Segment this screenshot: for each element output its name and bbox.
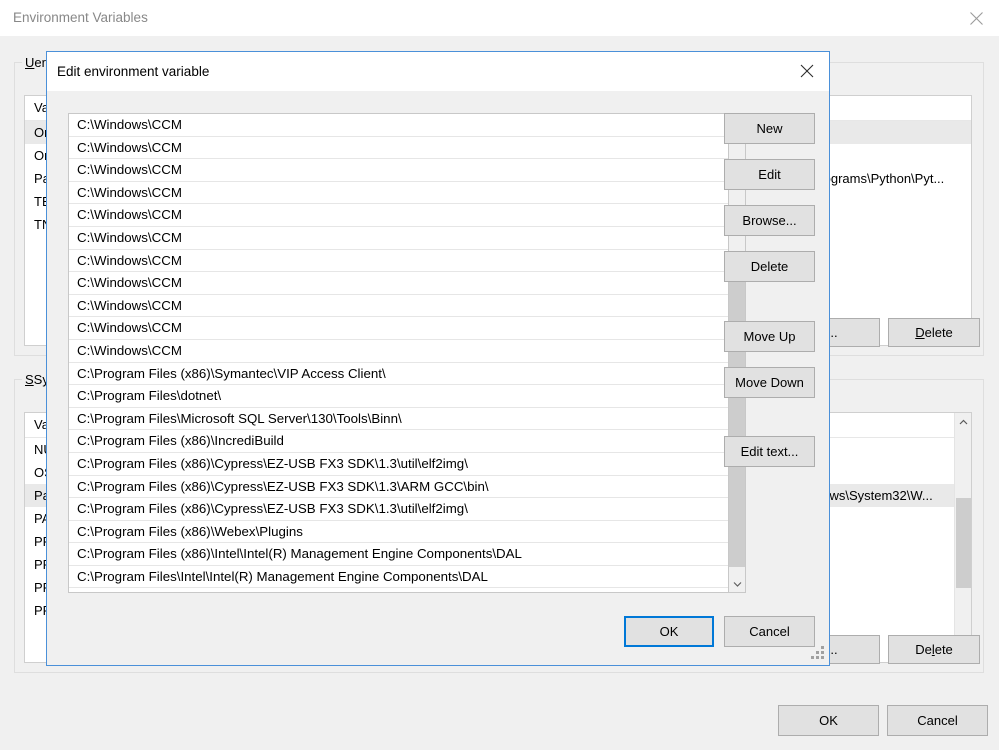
list-item[interactable]: C:\Windows\CCM — [69, 272, 728, 295]
cancel-button[interactable]: Cancel — [887, 705, 988, 736]
list-item[interactable]: C:\Program Files (x86)\Symantec\VIP Acce… — [69, 362, 728, 386]
list-item[interactable]: C:\Windows\CCM — [69, 317, 728, 340]
list-item[interactable]: C:\Windows\CCM — [69, 294, 728, 318]
modal-ok-button[interactable]: OK — [624, 616, 714, 647]
close-icon[interactable] — [953, 0, 999, 36]
list-item[interactable]: C:\Windows\CCM — [69, 249, 728, 273]
chevron-down-icon[interactable] — [729, 575, 745, 592]
list-item[interactable]: C:\Program Files\Microsoft SQL Server\13… — [69, 407, 728, 431]
list-item[interactable]: C:\Windows\CCM — [69, 181, 728, 205]
modal-title: Edit environment variable — [57, 64, 210, 79]
list-item[interactable]: C:\Windows\CCM — [69, 226, 728, 250]
list-item[interactable]: C:\Windows\CCM — [69, 339, 728, 363]
list-item[interactable]: C:\Program Files (x86)\IncrediBuild — [69, 430, 728, 453]
list-item[interactable]: C:\Windows\CCM — [69, 114, 728, 137]
path-entries-list[interactable]: C:\Windows\CCM C:\Windows\CCM C:\Windows… — [68, 113, 729, 593]
variable-value: dows\System32\W... — [815, 488, 933, 503]
move-down-button[interactable]: Move Down — [724, 367, 815, 398]
list-item[interactable]: C:\Program Files\dotnet\ — [69, 385, 728, 408]
list-item[interactable]: C:\Windows\CCM — [69, 159, 728, 182]
browse-button[interactable]: Browse... — [724, 205, 815, 236]
list-item[interactable] — [69, 588, 728, 592]
system-list-scrollbar[interactable] — [954, 413, 971, 662]
user-variables-group-label: Uer — [22, 55, 49, 70]
close-icon[interactable] — [785, 52, 829, 90]
list-item[interactable]: C:\Windows\CCM — [69, 136, 728, 160]
list-item[interactable]: C:\Program Files (x86)\Cypress\EZ-USB FX… — [69, 452, 728, 476]
list-item[interactable]: C:\Program Files (x86)\Intel\Intel(R) Ma… — [69, 543, 728, 566]
scrollbar-thumb[interactable] — [729, 257, 745, 567]
window-title: Environment Variables — [13, 10, 148, 25]
system-delete-label: Delete — [915, 642, 953, 657]
scrollbar-thumb[interactable] — [956, 498, 971, 588]
modal-cancel-button[interactable]: Cancel — [724, 616, 815, 647]
edit-text-button[interactable]: Edit text... — [724, 436, 815, 467]
chevron-up-icon[interactable] — [955, 413, 971, 430]
ok-button[interactable]: OK — [778, 705, 879, 736]
move-up-button[interactable]: Move Up — [724, 321, 815, 352]
list-item[interactable]: C:\Program Files\Intel\Intel(R) Manageme… — [69, 565, 728, 589]
user-delete-label: Delete — [915, 325, 953, 340]
system-delete-button[interactable]: Delete — [888, 635, 980, 664]
resize-grip[interactable] — [810, 646, 824, 660]
list-item[interactable]: C:\Windows\CCM — [69, 204, 728, 227]
list-item[interactable]: C:\Program Files (x86)\Cypress\EZ-USB FX… — [69, 475, 728, 499]
edit-environment-variable-dialog: Edit environment variable C:\Windows\CCM… — [46, 51, 830, 666]
new-button[interactable]: New — [724, 113, 815, 144]
edit-button[interactable]: Edit — [724, 159, 815, 190]
list-item[interactable]: C:\Program Files (x86)\Webex\Plugins — [69, 520, 728, 544]
user-delete-button[interactable]: Delete — [888, 318, 980, 347]
modal-titlebar: Edit environment variable — [47, 52, 829, 91]
list-item[interactable]: C:\Program Files (x86)\Cypress\EZ-USB FX… — [69, 498, 728, 521]
delete-button[interactable]: Delete — [724, 251, 815, 282]
window-titlebar: Environment Variables — [0, 0, 999, 36]
